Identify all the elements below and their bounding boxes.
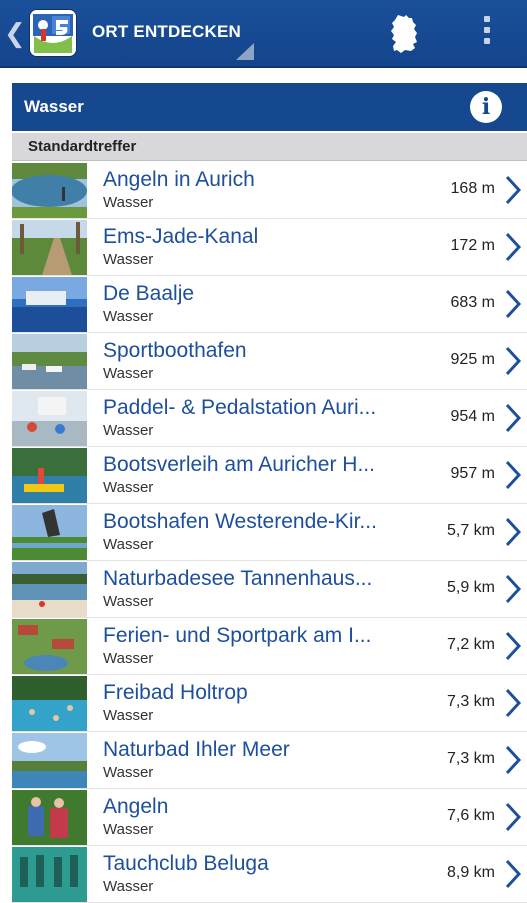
chevron-right-icon — [505, 859, 521, 889]
item-subtitle: Wasser — [103, 764, 154, 781]
chevron-right-icon — [505, 574, 521, 604]
thumbnail-image — [12, 733, 87, 788]
item-subtitle: Wasser — [103, 821, 154, 838]
item-title: De Baalje — [103, 282, 195, 305]
info-button[interactable]: i — [470, 91, 502, 123]
overflow-menu-icon[interactable] — [482, 16, 492, 50]
item-title: Naturbad Ihler Meer — [103, 738, 290, 761]
section-header: Standardtreffer — [12, 133, 527, 161]
chevron-right-icon — [505, 232, 521, 262]
chevron-left-icon[interactable]: ❮ — [4, 20, 26, 46]
list-item[interactable]: Angeln in Aurich Wasser 168 m — [12, 162, 527, 219]
thumbnail-image — [12, 220, 87, 275]
item-title: Bootsverleih am Auricher H... — [103, 453, 375, 476]
item-subtitle: Wasser — [103, 422, 154, 439]
item-title: Paddel- & Pedalstation Auri... — [103, 396, 377, 419]
item-title: Bootshafen Westerende-Kir... — [103, 510, 377, 533]
thumbnail-image — [12, 163, 87, 218]
item-title: Ems-Jade-Kanal — [103, 225, 259, 248]
category-title: Wasser — [24, 97, 84, 116]
item-subtitle: Wasser — [103, 593, 154, 610]
dropdown-indicator-icon[interactable] — [236, 43, 254, 60]
thumbnail-image — [12, 847, 87, 902]
item-distance: 957 m — [450, 465, 495, 482]
thumbnail-image — [12, 391, 87, 446]
results-list: Angeln in Aurich Wasser 168 m Ems-Jade-K… — [12, 162, 527, 903]
item-distance: 5,7 km — [446, 522, 495, 539]
germany-map-icon[interactable] — [389, 14, 419, 54]
item-subtitle: Wasser — [103, 365, 154, 382]
item-subtitle: Wasser — [103, 536, 154, 553]
chevron-right-icon — [505, 403, 521, 433]
item-subtitle: Wasser — [103, 194, 154, 211]
thumbnail-image — [12, 676, 87, 731]
list-item[interactable]: Bootshafen Westerende-Kir... Wasser 5,7 … — [12, 504, 527, 561]
list-item[interactable]: Naturbadesee Tannenhaus... Wasser 5,9 km — [12, 561, 527, 618]
thumbnail-image — [12, 505, 87, 560]
list-item[interactable]: Sportboothafen Wasser 925 m — [12, 333, 527, 390]
item-distance: 7,2 km — [446, 636, 495, 653]
item-distance: 168 m — [450, 180, 495, 197]
list-item[interactable]: De Baalje Wasser 683 m — [12, 276, 527, 333]
item-subtitle: Wasser — [103, 707, 154, 724]
chevron-right-icon — [505, 175, 521, 205]
item-distance: 925 m — [450, 351, 495, 368]
list-item[interactable]: Tauchclub Beluga Wasser 8,9 km — [12, 846, 527, 903]
item-distance: 7,6 km — [446, 807, 495, 824]
list-item[interactable]: Bootsverleih am Auricher H... Wasser 957… — [12, 447, 527, 504]
item-distance: 7,3 km — [446, 693, 495, 710]
item-distance: 172 m — [450, 237, 495, 254]
item-title: Sportboothafen — [103, 339, 247, 362]
item-distance: 8,9 km — [446, 864, 495, 881]
item-title: Tauchclub Beluga — [103, 852, 269, 875]
thumbnail-image — [12, 334, 87, 389]
chevron-right-icon — [505, 289, 521, 319]
item-subtitle: Wasser — [103, 308, 154, 325]
item-title: Ferien- und Sportpark am I... — [103, 624, 372, 647]
thumbnail-image — [12, 277, 87, 332]
chevron-right-icon — [505, 745, 521, 775]
thumbnail-image — [12, 448, 87, 503]
screen-title[interactable]: ORT ENTDECKEN — [92, 22, 241, 42]
category-header: Wasser i — [12, 83, 527, 131]
thumbnail-image — [12, 562, 87, 617]
item-title: Angeln in Aurich — [103, 168, 255, 191]
list-item[interactable]: Ferien- und Sportpark am I... Wasser 7,2… — [12, 618, 527, 675]
chevron-right-icon — [505, 802, 521, 832]
section-label: Standardtreffer — [28, 138, 137, 155]
item-title: Naturbadesee Tannenhaus... — [103, 567, 373, 590]
item-subtitle: Wasser — [103, 878, 154, 895]
app-logo-icon[interactable] — [30, 10, 76, 56]
item-subtitle: Wasser — [103, 479, 154, 496]
chevron-right-icon — [505, 517, 521, 547]
thumbnail-image — [12, 619, 87, 674]
list-item[interactable]: Ems-Jade-Kanal Wasser 172 m — [12, 219, 527, 276]
thumbnail-image — [12, 790, 87, 845]
app-bar: ❮ ORT ENTDECKEN — [0, 0, 527, 68]
item-distance: 5,9 km — [446, 579, 495, 596]
list-item[interactable]: Angeln Wasser 7,6 km — [12, 789, 527, 846]
item-distance: 7,3 km — [446, 750, 495, 767]
list-item[interactable]: Paddel- & Pedalstation Auri... Wasser 95… — [12, 390, 527, 447]
item-title: Angeln — [103, 795, 169, 818]
chevron-right-icon — [505, 460, 521, 490]
item-title: Freibad Holtrop — [103, 681, 248, 704]
chevron-right-icon — [505, 688, 521, 718]
list-item[interactable]: Freibad Holtrop Wasser 7,3 km — [12, 675, 527, 732]
item-subtitle: Wasser — [103, 650, 154, 667]
item-distance: 683 m — [450, 294, 495, 311]
item-subtitle: Wasser — [103, 251, 154, 268]
item-distance: 954 m — [450, 408, 495, 425]
chevron-right-icon — [505, 631, 521, 661]
chevron-right-icon — [505, 346, 521, 376]
list-item[interactable]: Naturbad Ihler Meer Wasser 7,3 km — [12, 732, 527, 789]
